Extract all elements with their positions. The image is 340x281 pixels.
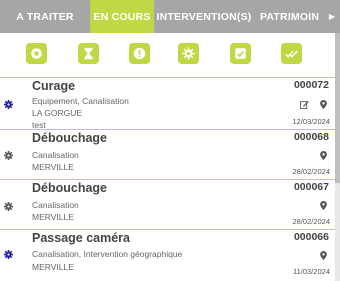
item-category: Equipement, Canalisation — [32, 96, 129, 106]
hourglass-icon — [84, 47, 93, 60]
tab-patrimoine[interactable]: PATRIMOIN — [254, 0, 326, 33]
gear-icon — [4, 202, 13, 211]
item-title: Débouchage — [32, 131, 108, 145]
item-number: 000068 — [293, 131, 329, 143]
item-number: 000066 — [293, 231, 329, 243]
map-pin-icon[interactable] — [320, 100, 327, 109]
item-number: 000067 — [293, 181, 329, 193]
gear-icon — [4, 250, 13, 259]
item-category: Canalisation — [32, 150, 79, 160]
item-note: test — [32, 120, 46, 130]
item-location: MERVILLE — [32, 262, 74, 272]
intervention-list: Curage Equipement, Canalisation LA GORGU… — [0, 78, 335, 280]
tab-en-cours[interactable]: EN COURS — [90, 0, 154, 33]
list-item[interactable]: Curage Equipement, Canalisation LA GORGU… — [0, 78, 335, 130]
scroll-right-icon[interactable]: ▶ — [326, 0, 338, 33]
edit-icon[interactable] — [300, 100, 309, 109]
filter-done-button[interactable] — [230, 43, 251, 64]
item-date: 11/03/2024 — [293, 267, 330, 276]
checkbox-icon — [235, 48, 246, 59]
item-title: Curage — [32, 79, 76, 93]
gear-icon — [4, 151, 13, 160]
item-date: 28/02/2024 — [292, 217, 330, 226]
filter-alert-button[interactable] — [129, 43, 150, 64]
item-title: Débouchage — [32, 181, 108, 195]
filter-validated-button[interactable] — [281, 43, 302, 64]
filter-toolbar — [0, 33, 336, 78]
item-category: Canalisation — [32, 200, 79, 210]
map-pin-icon[interactable] — [320, 251, 327, 260]
item-date: 12/03/2024 — [292, 117, 330, 126]
double-check-icon — [285, 50, 298, 58]
item-title: Passage caméra — [32, 231, 130, 245]
map-pin-icon[interactable] — [320, 151, 327, 160]
alert-icon — [133, 47, 146, 60]
list-item[interactable]: Passage caméra Canalisation, Interventio… — [0, 230, 335, 280]
filter-pending-button[interactable] — [78, 43, 99, 64]
item-number: 000072 — [293, 79, 329, 91]
item-location: MERVILLE — [32, 212, 74, 222]
filter-stop-button[interactable] — [26, 43, 47, 64]
tab-bar: A TRAITER EN COURS INTERVENTION(S) PATRI… — [0, 0, 340, 33]
stop-icon — [31, 48, 42, 59]
gear-icon — [182, 47, 195, 60]
tab-a-traiter[interactable]: A TRAITER — [0, 0, 90, 33]
item-category: Canalisation, Intervention géographique — [32, 249, 183, 259]
gear-icon — [4, 100, 13, 109]
list-item[interactable]: Débouchage Canalisation MERVILLE 000067 … — [0, 180, 335, 230]
list-item[interactable]: Débouchage Canalisation MERVILLE 000068 … — [0, 130, 335, 180]
item-date: 28/02/2024 — [292, 167, 330, 176]
item-location: MERVILLE — [32, 162, 74, 172]
item-location: LA GORGUE — [32, 108, 83, 118]
tab-interventions[interactable]: INTERVENTION(S) — [154, 0, 254, 33]
filter-settings-button[interactable] — [178, 43, 199, 64]
map-pin-icon[interactable] — [320, 201, 327, 210]
